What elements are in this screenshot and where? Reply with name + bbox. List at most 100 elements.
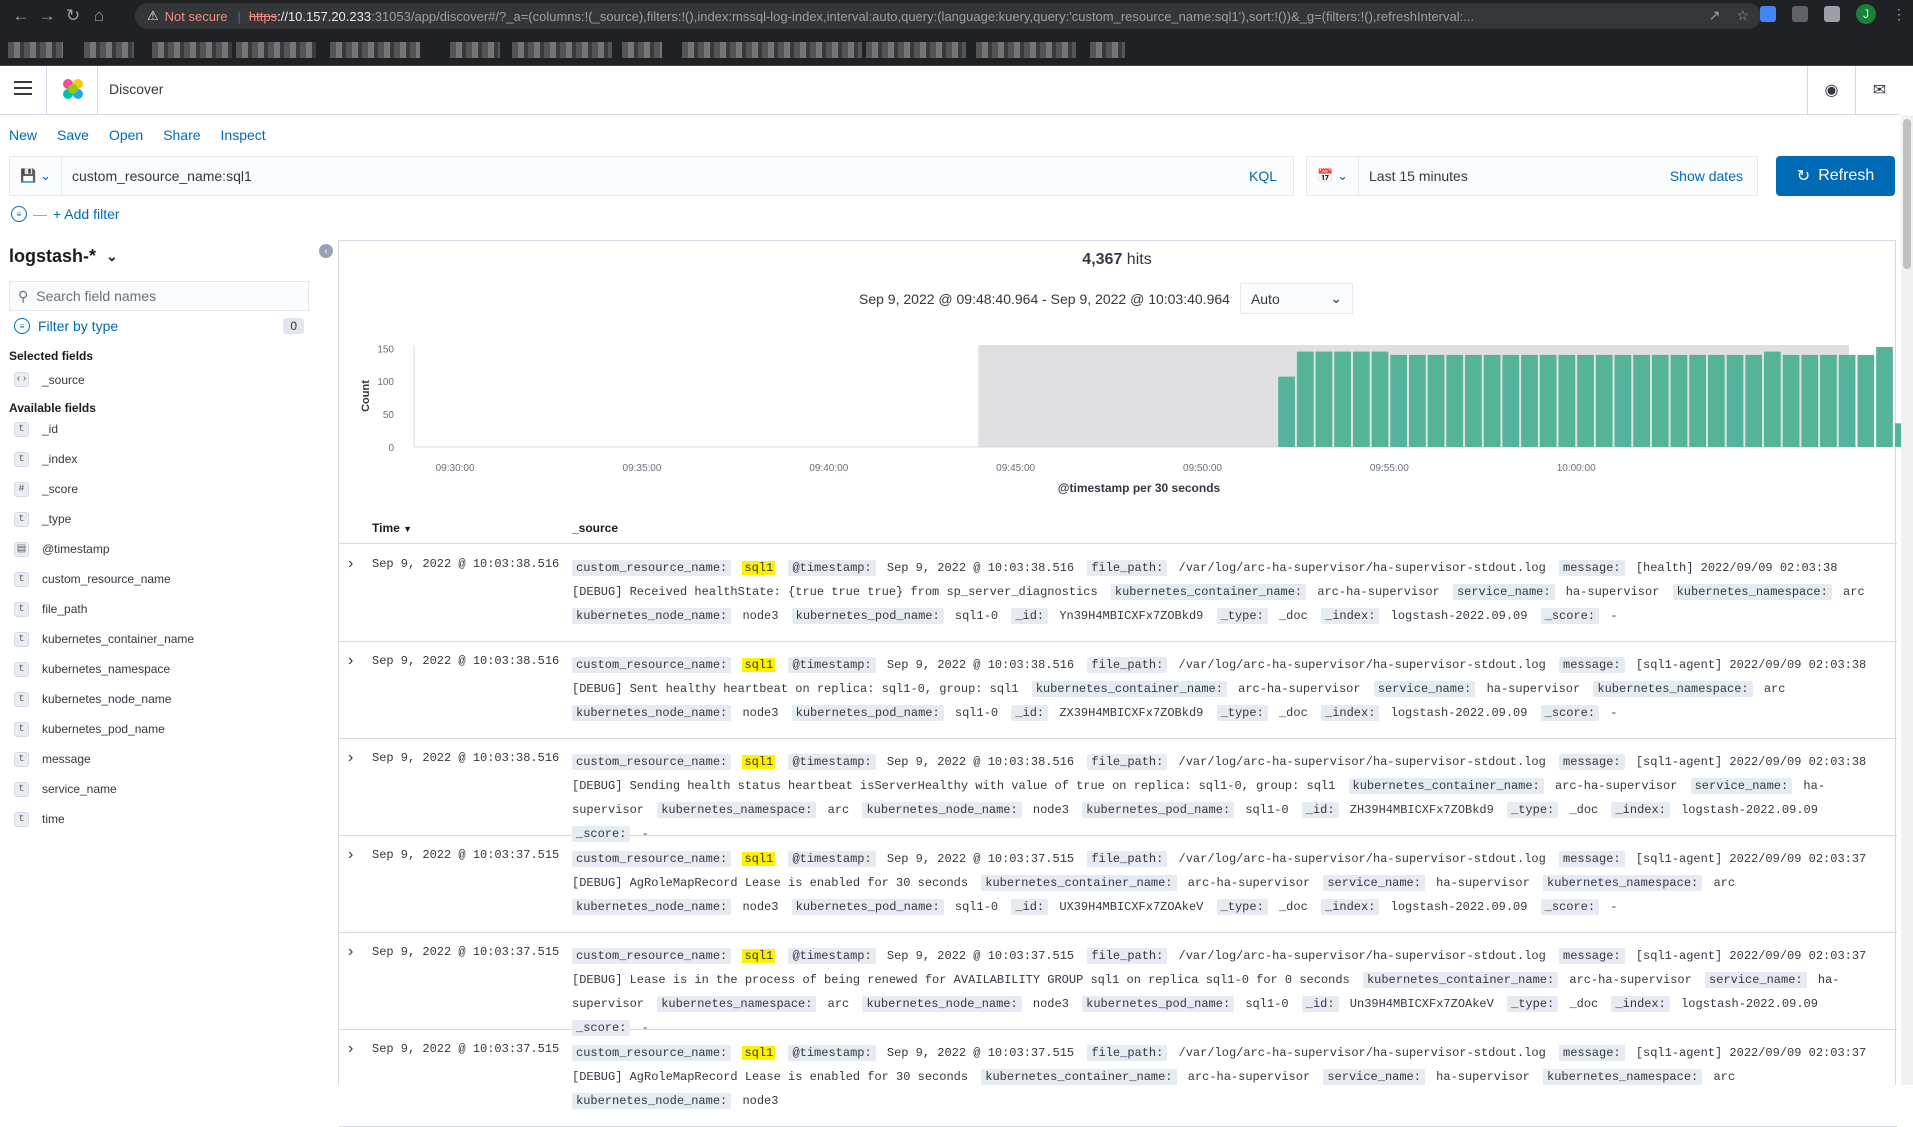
browser-menu-icon[interactable]: ⋮ (1892, 6, 1906, 23)
save-link[interactable]: Save (57, 127, 89, 143)
field-item[interactable]: ▤ @timestamp (14, 534, 194, 564)
field-item[interactable]: t custom_resource_name (14, 564, 194, 594)
open-link[interactable]: Open (109, 127, 143, 143)
source-field-key: @timestamp: (788, 657, 876, 673)
blurred-bookmark[interactable] (512, 42, 612, 58)
share-page-icon[interactable]: ↗ (1709, 7, 1721, 24)
translate-extension-icon[interactable] (1760, 6, 1776, 22)
filter-bar: ≡ — + Add filter (11, 206, 120, 222)
blurred-bookmark[interactable] (152, 42, 232, 58)
refresh-label: Refresh (1818, 167, 1875, 184)
row-source: custom_resource_name: sql1 @timestamp: S… (572, 944, 1882, 1040)
blurred-bookmark[interactable] (8, 42, 63, 58)
back-icon[interactable]: ← (8, 6, 34, 26)
source-field-key: custom_resource_name: (572, 851, 732, 867)
kibana-logo-button[interactable] (46, 66, 98, 114)
top-nav-menu: New Save Open Share Inspect (9, 127, 266, 143)
forward-icon[interactable]: → (34, 6, 60, 26)
blurred-bookmark[interactable] (330, 42, 420, 58)
blurred-bookmark[interactable] (622, 42, 662, 58)
field-item[interactable]: t kubernetes_namespace (14, 654, 194, 684)
home-icon[interactable]: ⌂ (86, 6, 112, 26)
index-pattern-selector[interactable]: logstash-* ⌄ (9, 246, 118, 267)
field-name: _type (42, 512, 72, 526)
url-path: :31053/app/discover#/?_a=(columns:!(_sou… (371, 8, 1475, 24)
bookmark-star-icon[interactable]: ☆ (1736, 7, 1749, 24)
y-tick-label: 150 (377, 344, 394, 355)
field-item[interactable]: t service_name (14, 774, 194, 804)
menu-icon[interactable] (14, 81, 32, 99)
page-scrollbar[interactable] (1901, 115, 1913, 1085)
blurred-bookmark[interactable] (866, 42, 966, 58)
source-field-key: kubernetes_container_name: (1110, 584, 1307, 600)
field-item[interactable]: t _id (14, 414, 194, 444)
reload-icon[interactable]: ↻ (60, 6, 86, 26)
source-field-value: /var/log/arc-ha-supervisor/ha-supervisor… (1178, 658, 1546, 672)
field-name: custom_resource_name (42, 572, 171, 586)
time-column-header[interactable]: Time ▼ (372, 521, 412, 535)
address-bar[interactable]: ⚠ Not secure | https ://10.157.20.233 :3… (135, 3, 1761, 29)
expand-row-icon[interactable]: › (348, 555, 353, 573)
help-icon[interactable]: ◉ (1807, 66, 1855, 114)
field-item[interactable]: # _score (14, 474, 194, 504)
blurred-bookmark[interactable] (84, 42, 134, 58)
field-name: @timestamp (42, 542, 110, 556)
source-field-key: custom_resource_name: (572, 754, 732, 770)
field-item[interactable]: t _index (14, 444, 194, 474)
expand-row-icon[interactable]: › (348, 749, 353, 767)
blurred-bookmark[interactable] (976, 42, 1076, 58)
field-name: _score (42, 482, 79, 496)
field-item[interactable]: t time (14, 804, 194, 834)
refresh-button[interactable]: ↻ Refresh (1776, 156, 1895, 196)
field-item[interactable]: t kubernetes_pod_name (14, 714, 194, 744)
source-field-key: _id: (1301, 996, 1339, 1012)
profile-avatar[interactable]: J (1856, 4, 1876, 24)
refresh-icon: ↻ (1796, 168, 1811, 185)
collapse-sidebar-icon[interactable]: ‹ (319, 244, 333, 258)
row-timestamp: Sep 9, 2022 @ 10:03:37.515 (372, 1042, 560, 1056)
field-item[interactable]: t message (14, 744, 194, 774)
new-link[interactable]: New (9, 127, 37, 143)
show-dates-link[interactable]: Show dates (1670, 168, 1743, 184)
inspect-link[interactable]: Inspect (221, 127, 266, 143)
add-filter-button[interactable]: + Add filter (53, 206, 120, 222)
sort-down-icon[interactable]: ▼ (403, 524, 412, 534)
blurred-bookmark[interactable] (682, 42, 862, 58)
chevron-down-icon: ⌄ (1337, 168, 1349, 183)
extensions-puzzle-icon[interactable] (1792, 6, 1808, 22)
blurred-bookmark[interactable] (1090, 42, 1125, 58)
field-item[interactable]: t kubernetes_node_name (14, 684, 194, 714)
blurred-bookmark[interactable] (236, 42, 316, 58)
search-field-names-input[interactable]: ⚲ Search field names (9, 281, 309, 311)
source-field-value: sql1-0 (954, 609, 999, 623)
search-highlight: sql1 (742, 561, 776, 575)
blurred-bookmark[interactable] (450, 42, 500, 58)
expand-row-icon[interactable]: › (348, 1040, 353, 1058)
source-field-value: arc (1763, 682, 1786, 696)
side-panel-icon[interactable] (1824, 6, 1840, 22)
date-range-label[interactable]: Last 15 minutes (1359, 168, 1670, 184)
app-header: Discover ◉ ✉ (0, 66, 1900, 115)
share-link[interactable]: Share (163, 127, 200, 143)
row-timestamp: Sep 9, 2022 @ 10:03:38.516 (372, 557, 560, 571)
source-field-key: _score: (1540, 608, 1600, 624)
source-field-value: /var/log/arc-ha-supervisor/ha-supervisor… (1178, 755, 1546, 769)
field-item-source[interactable]: ‹› _source (14, 372, 85, 387)
interval-select[interactable]: Auto ⌄ (1239, 283, 1353, 314)
expand-row-icon[interactable]: › (348, 652, 353, 670)
field-item[interactable]: t kubernetes_container_name (14, 624, 194, 654)
expand-row-icon[interactable]: › (348, 943, 353, 961)
field-item[interactable]: t file_path (14, 594, 194, 624)
expand-row-icon[interactable]: › (348, 846, 353, 864)
newsfeed-icon[interactable]: ✉ (1855, 66, 1903, 114)
x-tick-label: 09:50:00 (1183, 463, 1222, 474)
field-item[interactable]: t _type (14, 504, 194, 534)
query-input[interactable]: custom_resource_name:sql1 (62, 168, 1249, 184)
source-field-value: sql1 (742, 658, 776, 672)
field-name: _source (42, 372, 85, 387)
saved-query-button[interactable]: 💾 ⌄ (10, 157, 62, 195)
quick-select-button[interactable]: 📅 ⌄ (1307, 157, 1359, 195)
filter-by-type-button[interactable]: ≡ Filter by type 0 (14, 318, 304, 334)
filter-options-icon[interactable]: ≡ (11, 206, 27, 222)
kql-toggle[interactable]: KQL (1249, 168, 1277, 184)
